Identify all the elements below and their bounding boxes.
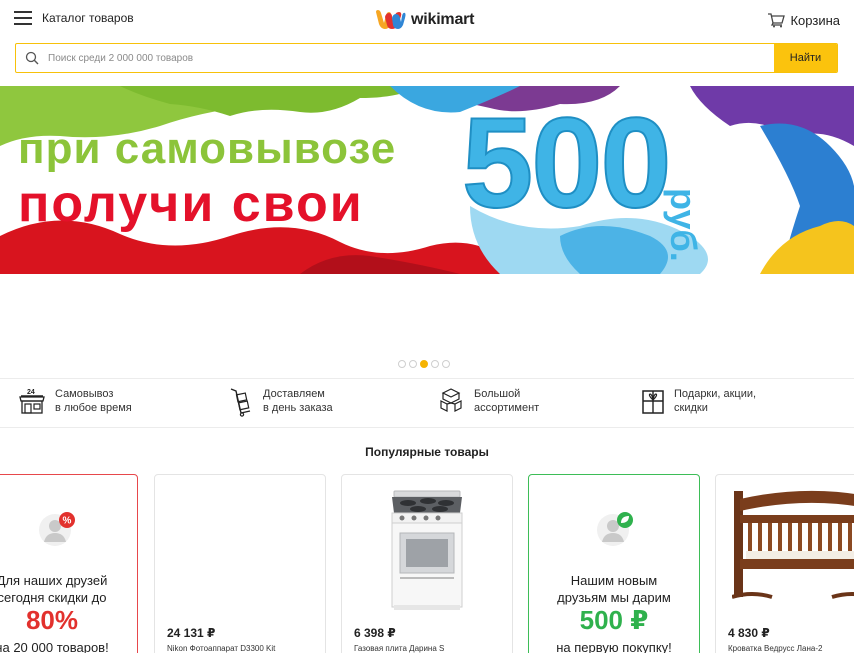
- feature-assortment-text: Большой ассортимент: [474, 387, 539, 415]
- product-name[interactable]: Газовая плита Дарина S: [354, 644, 444, 653]
- new-friends-line-1: Нашим новым: [570, 573, 658, 588]
- popular-products-title: Популярные товары: [365, 445, 489, 459]
- banner-line-1: при самовывозе: [18, 124, 397, 173]
- feature-line: Самовывоз: [55, 388, 114, 400]
- friends-promo-discount: 80%: [25, 605, 79, 635]
- feature-line: скидки: [674, 402, 708, 414]
- wikimart-logo-icon: [376, 10, 406, 30]
- gas-stove-image: [391, 490, 463, 610]
- boxes-icon: [440, 388, 462, 412]
- catalog-button[interactable]: Каталог товаров: [14, 11, 134, 25]
- avatar-icon: [596, 511, 634, 552]
- carousel-dot-1[interactable]: [398, 360, 406, 368]
- search-button[interactable]: Найти: [774, 44, 837, 72]
- feature-line: в любое время: [55, 402, 132, 414]
- feature-line: ассортимент: [474, 402, 540, 414]
- logo-text: wikimart: [411, 11, 475, 28]
- delivery-cart-icon: [230, 388, 251, 417]
- search-input[interactable]: [48, 44, 774, 72]
- product-name[interactable]: Кроватка Ведрусс Лана-2: [728, 644, 822, 653]
- avatar-icon: %: [38, 511, 76, 552]
- carousel-dots: [398, 360, 450, 368]
- banner-currency: руб.: [663, 188, 704, 262]
- friends-discount-card[interactable]: % Для наших друзей сегодня скидки до 80%…: [0, 474, 138, 653]
- carousel-dot-2[interactable]: [409, 360, 417, 368]
- feature-gifts-text: Подарки, акции, скидки: [674, 387, 756, 415]
- product-card-crib[interactable]: 4 830 ₽ Кроватка Ведрусс Лана-2: [715, 474, 854, 653]
- header: Каталог товаров wikimart Корзина: [0, 0, 854, 42]
- feature-pickup[interactable]: 24 Самовывоз в любое время: [18, 387, 132, 415]
- carousel-dot-5[interactable]: [442, 360, 450, 368]
- cart-button[interactable]: Корзина: [767, 12, 840, 28]
- product-price: 24 131 ₽: [167, 626, 216, 640]
- promo-banner[interactable]: при самовывозе получи свои 500 руб.: [0, 86, 854, 274]
- catalog-label: Каталог товаров: [42, 11, 134, 25]
- feature-pickup-text: Самовывоз в любое время: [55, 387, 132, 415]
- feature-line: Подарки, акции,: [674, 388, 757, 400]
- feature-gifts[interactable]: Подарки, акции, скидки: [641, 387, 756, 415]
- new-friends-line-3: на первую покупку!: [556, 640, 672, 653]
- product-price: 6 398 ₽: [354, 626, 396, 640]
- product-name[interactable]: Nikon Фотоаппарат D3300 Kit: [167, 644, 275, 653]
- friends-promo-line-1: Для наших друзей: [0, 573, 108, 588]
- feature-line: Большой: [474, 388, 521, 400]
- cart-icon: [768, 13, 786, 28]
- baby-crib-image: [732, 490, 854, 599]
- search-bar: Найти: [15, 43, 838, 73]
- carousel-dot-3[interactable]: [420, 360, 428, 368]
- feature-delivery[interactable]: Доставляем в день заказа: [228, 387, 333, 417]
- logo[interactable]: wikimart: [374, 9, 475, 31]
- feature-line: в день заказа: [263, 402, 333, 414]
- product-price: 4 830 ₽: [728, 626, 770, 640]
- features-strip: 24 Самовывоз в любое время Доставляем в …: [0, 378, 854, 428]
- friends-promo-line-2: сегодня скидки до: [0, 590, 107, 605]
- new-friends-gift-card[interactable]: Нашим новым друзьям мы дарим 500 ₽ на пе…: [528, 474, 700, 653]
- svg-text:24: 24: [27, 389, 35, 396]
- product-card-stove[interactable]: 6 398 ₽ Газовая плита Дарина S: [341, 474, 513, 653]
- carousel-dot-4[interactable]: [431, 360, 439, 368]
- new-friends-line-2: друзьям мы дарим: [557, 590, 671, 605]
- friends-promo-line-3: на 20 000 товаров!: [0, 640, 109, 653]
- cart-label: Корзина: [790, 12, 840, 28]
- feature-delivery-text: Доставляем в день заказа: [263, 387, 333, 415]
- product-card-camera[interactable]: 24 131 ₽ Nikon Фотоаппарат D3300 Kit: [154, 474, 326, 653]
- feature-assortment[interactable]: Большой ассортимент: [437, 387, 539, 415]
- banner-amount: 500: [461, 92, 673, 235]
- gift-icon: [642, 390, 664, 414]
- discount-badge-text: %: [63, 516, 72, 527]
- store-24-icon: 24: [19, 389, 45, 414]
- new-friends-amount: 500 ₽: [579, 605, 649, 635]
- banner-line-2: получи свои: [18, 175, 364, 233]
- search-icon: [16, 44, 48, 72]
- menu-icon: [14, 11, 32, 25]
- feature-line: Доставляем: [263, 388, 325, 400]
